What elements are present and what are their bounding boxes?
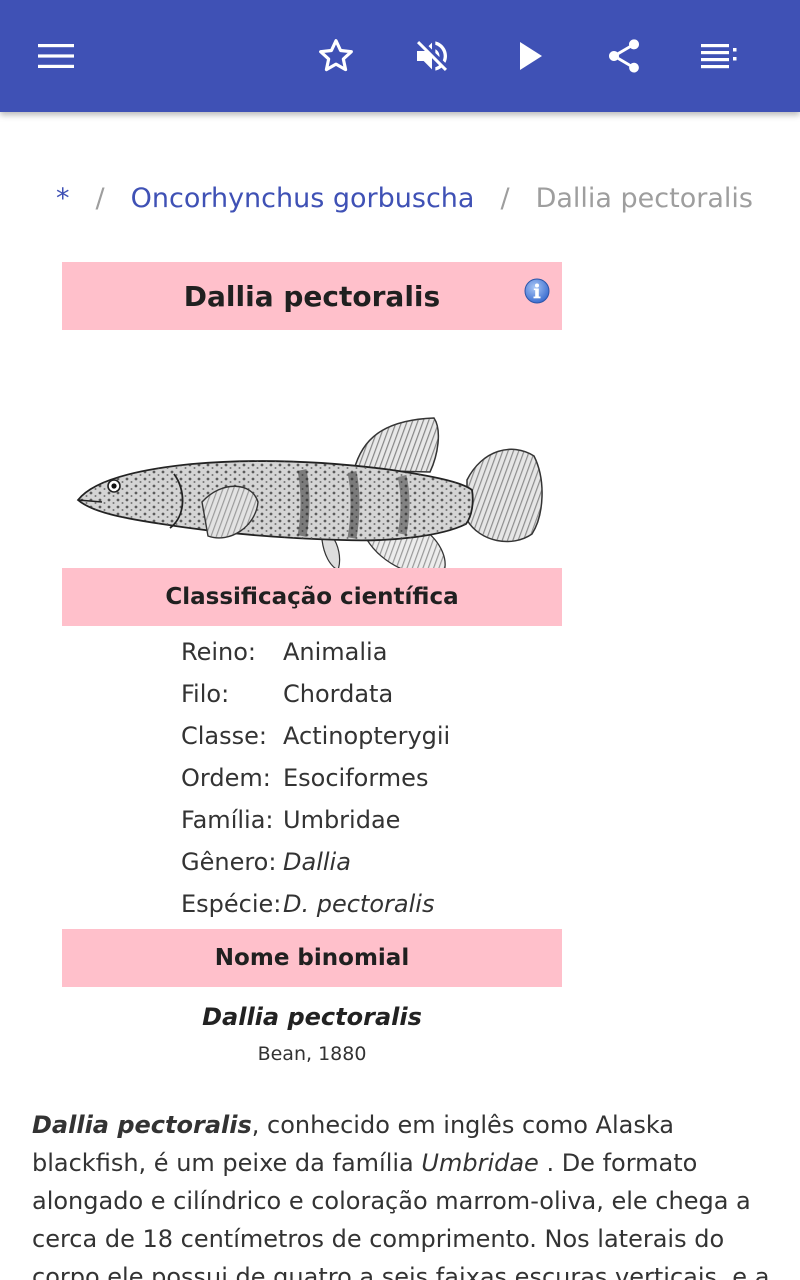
taxonomy-value[interactable]: Chordata [283, 680, 393, 708]
taxonomy-value[interactable]: Actinopterygii [283, 722, 450, 750]
playlist-icon [701, 43, 739, 69]
classification-heading: Classificação científica [62, 568, 562, 626]
volume-off-icon [412, 36, 452, 76]
taxonomy-value[interactable]: Dallia [283, 848, 351, 876]
taxonomy-value[interactable]: Esociformes [283, 764, 428, 792]
taxonomy-value[interactable]: Animalia [283, 638, 387, 666]
taxonomy-row-family: Família: Umbridae [181, 799, 562, 841]
share-icon [604, 36, 644, 76]
menu-icon [38, 43, 74, 69]
taxonomy-row-order: Ordem: Esociformes [181, 757, 562, 799]
taxonomy-row-kingdom: Reino: Animalia [181, 631, 562, 673]
share-button[interactable] [596, 28, 652, 84]
breadcrumb-separator: / [95, 182, 105, 214]
article-paragraph: Dallia pectoralis, conhecido em inglês c… [32, 1106, 772, 1280]
binomial-author: Bean, 1880 [257, 1043, 367, 1065]
taxonomy-row-species: Espécie: D. pectoralis [181, 883, 562, 925]
breadcrumb-parent-link[interactable]: Oncorhynchus gorbuscha [131, 183, 475, 214]
app-toolbar [0, 0, 800, 112]
taxobox-title-bar: Dallia pectoralis [62, 262, 562, 330]
taxonomy-label: Família: [181, 806, 274, 834]
contents-button[interactable] [692, 28, 748, 84]
mute-button[interactable] [404, 28, 460, 84]
taxonomy-value[interactable]: Umbridae [283, 806, 400, 834]
taxobox-title: Dallia pectoralis [183, 279, 441, 313]
breadcrumb: * / Oncorhynchus gorbuscha / Dallia pect… [56, 178, 753, 218]
taxonomy-row-class: Classe: Actinopterygii [181, 715, 562, 757]
taxobox: Dallia pectoralis Classificação científi… [62, 262, 562, 1065]
article-lead-term: Dallia pectoralis [32, 1111, 252, 1139]
binomial-section: Dallia pectoralis Bean, 1880 [62, 987, 562, 1065]
fish-illustration [62, 330, 562, 577]
taxonomy-label: Reino: [181, 638, 257, 666]
play-button[interactable] [502, 28, 558, 84]
star-outline-icon [316, 36, 356, 76]
menu-button[interactable] [28, 28, 84, 84]
taxonomy-row-genus: Gênero: Dallia [181, 841, 562, 883]
taxonomy-label: Gênero: [181, 848, 277, 876]
breadcrumb-separator: / [500, 182, 510, 214]
taxonomy-value: D. pectoralis [283, 890, 435, 918]
binomial-name: Dallia pectoralis [202, 1003, 422, 1031]
info-icon[interactable] [524, 278, 550, 304]
taxonomy-label: Filo: [181, 680, 230, 708]
taxonomy-label: Ordem: [181, 764, 271, 792]
binomial-heading: Nome binomial [62, 929, 562, 987]
play-icon [516, 41, 544, 71]
taxonomy-label: Espécie: [181, 890, 282, 918]
breadcrumb-home-link[interactable]: * [56, 183, 70, 214]
taxonomy-label: Classe: [181, 722, 267, 750]
taxonomy-row-phylum: Filo: Chordata [181, 673, 562, 715]
breadcrumb-current: Dallia pectoralis [535, 182, 753, 214]
article-family-term: Umbridae [421, 1149, 539, 1177]
taxonomy-table: Reino: Animalia Filo: Chordata Classe: A… [62, 626, 562, 929]
favorite-button[interactable] [308, 28, 364, 84]
